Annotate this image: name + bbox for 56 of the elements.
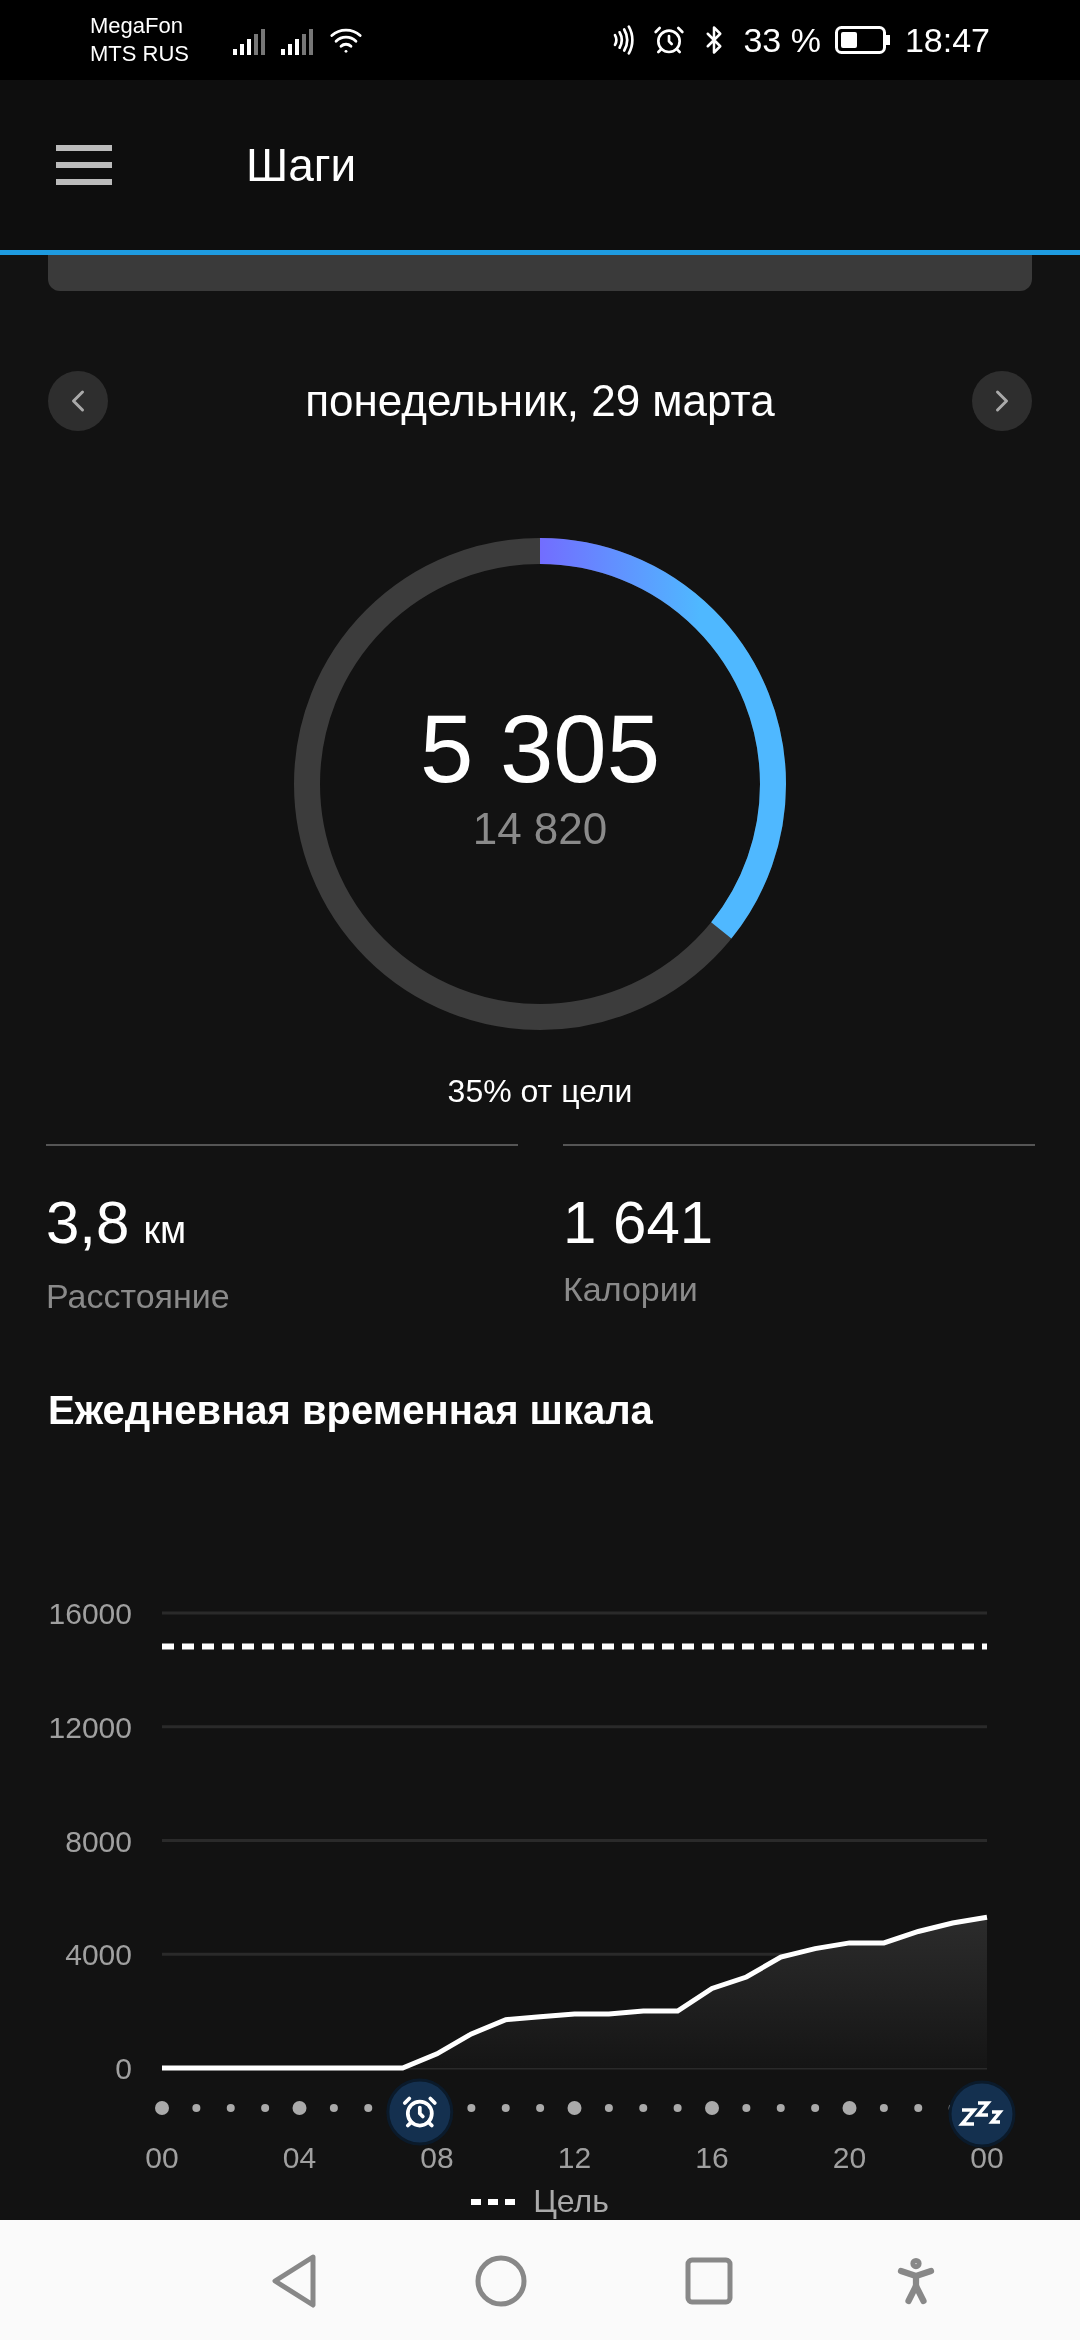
hour-dot bbox=[567, 2101, 582, 2115]
alarm-icon bbox=[653, 24, 686, 56]
axis-label: 12000 bbox=[48, 1710, 132, 1744]
goal-legend-icon bbox=[471, 2197, 516, 2206]
axis-label: 16 bbox=[695, 2141, 729, 2174]
axis-label: 4000 bbox=[65, 1938, 132, 1972]
stat-label: Калории bbox=[563, 1269, 699, 1310]
screen-title: Шаги bbox=[246, 138, 357, 192]
axis-label: 0 bbox=[115, 2052, 132, 2085]
hour-dot bbox=[879, 2104, 888, 2112]
hour-dot bbox=[673, 2104, 682, 2112]
axis-label: 8000 bbox=[65, 1824, 132, 1858]
hour-dot bbox=[155, 2101, 169, 2115]
hour-dot bbox=[776, 2104, 785, 2112]
hour-dot bbox=[811, 2104, 820, 2112]
battery-percent: 33 % bbox=[743, 20, 821, 60]
date-label: понедельник, 29 марта bbox=[305, 376, 775, 426]
axis-label: 08 bbox=[420, 2141, 454, 2174]
goal-percent: 35% от цели bbox=[447, 1072, 633, 1111]
sleep-icon bbox=[948, 2080, 1016, 2148]
battery-icon bbox=[834, 26, 891, 54]
axis-label: 20 bbox=[832, 2141, 867, 2174]
hour-dot bbox=[261, 2104, 270, 2112]
axis-label: 00 bbox=[970, 2141, 1004, 2174]
axis-label: 00 bbox=[145, 2141, 179, 2174]
hour-dot bbox=[329, 2104, 338, 2112]
stat-label: Расстояние bbox=[46, 1276, 231, 1317]
carrier-name: MegaFon bbox=[90, 12, 184, 40]
hour-dot bbox=[604, 2104, 613, 2112]
hour-dot bbox=[467, 2104, 476, 2112]
hour-dot bbox=[501, 2104, 510, 2112]
step-count: 5 305 bbox=[419, 694, 661, 804]
hour-dot bbox=[842, 2101, 857, 2115]
recent-apps-button[interactable] bbox=[684, 2257, 733, 2305]
stat-value: 3,8 bbox=[46, 1188, 130, 1258]
home-button[interactable] bbox=[475, 2255, 528, 2307]
stat-value: 1 641 bbox=[563, 1188, 714, 1258]
stat-unit: км bbox=[143, 1208, 187, 1253]
hour-dot bbox=[226, 2104, 235, 2112]
step-goal: 14 820 bbox=[472, 804, 608, 854]
legend-label: Цель bbox=[533, 2183, 609, 2220]
hour-dot bbox=[914, 2104, 923, 2112]
axis-label: 12 bbox=[557, 2141, 592, 2174]
hour-dot bbox=[705, 2101, 719, 2115]
hour-dot bbox=[364, 2104, 373, 2112]
hour-dot bbox=[292, 2101, 307, 2115]
hour-dot bbox=[742, 2104, 751, 2112]
carrier-name: MTS RUS bbox=[90, 40, 189, 68]
hour-dot bbox=[639, 2104, 648, 2112]
clock-time: 18:47 bbox=[904, 20, 990, 60]
axis-label: 04 bbox=[282, 2141, 317, 2174]
hour-dot bbox=[536, 2104, 545, 2112]
section-heading: Ежедневная временная шкала bbox=[48, 1387, 654, 1434]
axis-label: 16000 bbox=[48, 1597, 132, 1630]
hour-dot bbox=[192, 2104, 201, 2112]
alarm-icon bbox=[386, 2078, 454, 2146]
